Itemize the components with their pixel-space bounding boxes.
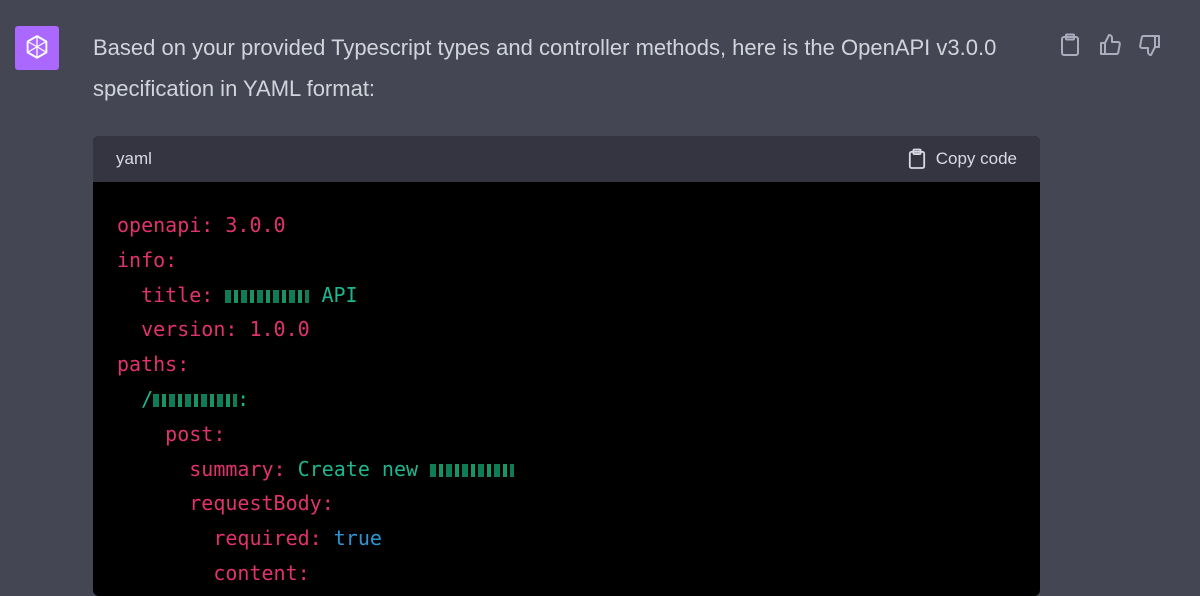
yaml-key: content: [213,560,310,585]
yaml-value: Create new [297,456,419,481]
assistant-avatar [15,26,59,70]
yaml-key: info: [117,247,178,272]
thumbs-up-button[interactable] [1097,30,1123,60]
clipboard-icon [908,148,925,169]
yaml-value: true [333,526,382,551]
yaml-key: requestBody: [189,491,334,516]
yaml-key: title: [141,282,214,307]
redacted-text [430,463,515,477]
code-line: title: API [117,278,1016,313]
code-line: openapi: 3.0.0 [117,208,1016,243]
yaml-key: post: [165,421,226,446]
thumbs-down-icon [1139,35,1160,56]
code-line: summary: Create new [117,452,1016,487]
thumbs-up-icon [1100,34,1121,55]
clipboard-icon [1061,33,1079,56]
copy-message-button[interactable] [1057,30,1083,60]
redacted-text [225,289,310,303]
code-block-header: yaml Copy code [93,136,1040,182]
yaml-value: 3.0.0 [225,213,286,237]
code-language-label: yaml [116,149,152,168]
code-line: content: [117,556,1016,591]
code-line: required: true [117,521,1016,556]
code-line: requestBody: [117,486,1016,521]
yaml-value: API [321,282,358,307]
code-block: yaml Copy code openapi: 3.0.0 info: title… [93,136,1040,596]
copy-code-label: Copy code [935,149,1017,168]
code-content[interactable]: openapi: 3.0.0 info: title: API version: … [93,182,1040,596]
yaml-path-suffix: : [237,386,250,411]
yaml-key: summary: [189,456,286,481]
code-line: paths: [117,347,1016,382]
yaml-key: required: [213,526,322,551]
thumbs-down-button[interactable] [1137,30,1163,60]
redacted-text [153,393,238,407]
code-line: info: [117,243,1016,278]
code-line: post: [117,417,1016,452]
yaml-key: version: [141,317,238,342]
yaml-key: openapi: [117,213,214,237]
yaml-key: paths: [117,352,190,377]
code-line: version: 1.0.0 [117,312,1016,347]
code-line: /: [117,382,1016,417]
copy-code-button[interactable]: Copy code [908,148,1017,170]
openai-logo-icon [26,35,48,59]
message-actions [1057,30,1163,60]
yaml-path-prefix: / [141,386,154,411]
yaml-value: 1.0.0 [249,317,310,342]
assistant-message-text: Based on your provided Typescript types … [93,35,997,101]
